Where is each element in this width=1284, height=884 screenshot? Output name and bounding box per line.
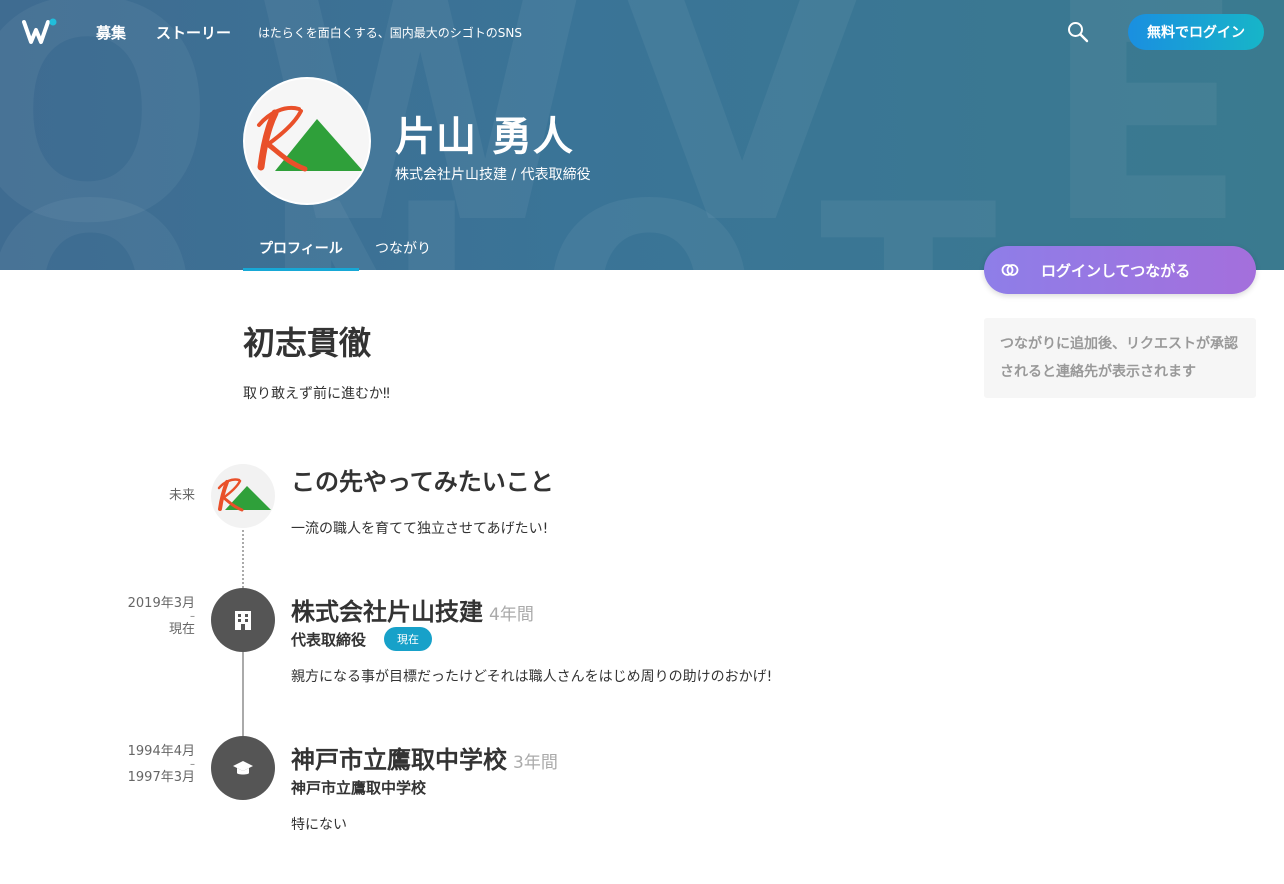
site-tagline: はたらくを面白くする、国内最大のシゴトのSNS xyxy=(258,26,522,40)
timeline-school-name: 神戸市立鷹取中学校 3年間 xyxy=(291,740,558,775)
tab-profile[interactable]: プロフィール xyxy=(259,238,343,258)
profile-name: 片山 勇人 xyxy=(395,114,574,160)
timeline-company-name: 株式会社片山技建 4年間 xyxy=(291,592,534,627)
profile-motto: 初志貫徹 xyxy=(243,324,372,362)
connect-button-label: ログインしてつながる xyxy=(1041,262,1191,280)
timeline-role: 代表取締役 xyxy=(291,631,367,649)
timeline-date-company: 2019年3月 – 現在 xyxy=(115,596,195,638)
profile-avatar xyxy=(243,77,371,205)
timeline-date-start: 2019年3月 xyxy=(127,596,195,611)
timeline-date-line: 未来 xyxy=(168,488,195,503)
timeline-title-future: この先やってみたいこと xyxy=(291,468,554,496)
timeline-date-start: 1994年4月 xyxy=(127,744,195,759)
company-logo-image xyxy=(217,478,271,512)
timeline-company-title: 株式会社片山技建 xyxy=(291,598,483,626)
top-nav-bar: 募集 ストーリー はたらくを面白くする、国内最大のシゴトのSNS 無料でログイン xyxy=(0,0,1284,64)
current-status-badge: 現在 xyxy=(384,627,432,651)
nav-jobs-link[interactable]: 募集 xyxy=(96,22,126,43)
nav-stories-link[interactable]: ストーリー xyxy=(156,22,231,43)
timeline-description-future: 一流の職人を育てて独立させてあげたい! xyxy=(291,521,549,537)
timeline-date-separator: – xyxy=(190,611,195,622)
timeline-date-separator: – xyxy=(190,759,195,770)
wantedly-logo[interactable] xyxy=(22,18,58,46)
company-logo-image xyxy=(257,106,363,172)
timeline-description-school: 特にない xyxy=(291,817,347,833)
building-icon xyxy=(235,611,251,630)
timeline-date-future: 未来 xyxy=(115,488,195,504)
timeline-description-company: 親方になる事が目標だったけどそれは職人さんをはじめ周りの助けのおかげ! xyxy=(291,669,773,685)
login-button[interactable]: 無料でログイン xyxy=(1128,14,1264,50)
login-connect-button[interactable]: ログインしてつながる xyxy=(984,246,1256,294)
active-tab-indicator xyxy=(243,268,359,271)
search-icon[interactable] xyxy=(1066,20,1090,44)
timeline-date-end: 現在 xyxy=(168,622,195,637)
timeline-date-school: 1994年4月 – 1997年3月 xyxy=(115,744,195,786)
timeline-connector-dotted xyxy=(242,530,244,588)
timeline-avatar xyxy=(211,464,275,528)
contact-info-notice: つながりに追加後、リクエストが承認されると連絡先が表示されます xyxy=(984,318,1256,398)
timeline-connector xyxy=(242,652,244,736)
timeline-company-marker xyxy=(211,588,275,652)
profile-motto-description: 取り敢えず前に進むか‼︎ xyxy=(243,386,390,402)
timeline-school-title: 神戸市立鷹取中学校 xyxy=(291,746,507,774)
timeline-school-detail: 神戸市立鷹取中学校 xyxy=(291,779,427,797)
link-icon xyxy=(1001,264,1019,276)
profile-subtitle: 株式会社片山技建 / 代表取締役 xyxy=(395,167,591,183)
graduation-cap-icon xyxy=(233,761,253,775)
timeline-duration: 4年間 xyxy=(489,605,534,625)
timeline-school-marker xyxy=(211,736,275,800)
timeline-duration: 3年間 xyxy=(513,753,558,773)
timeline-date-end: 1997年3月 xyxy=(127,770,195,785)
tab-connections[interactable]: つながり xyxy=(375,238,431,258)
